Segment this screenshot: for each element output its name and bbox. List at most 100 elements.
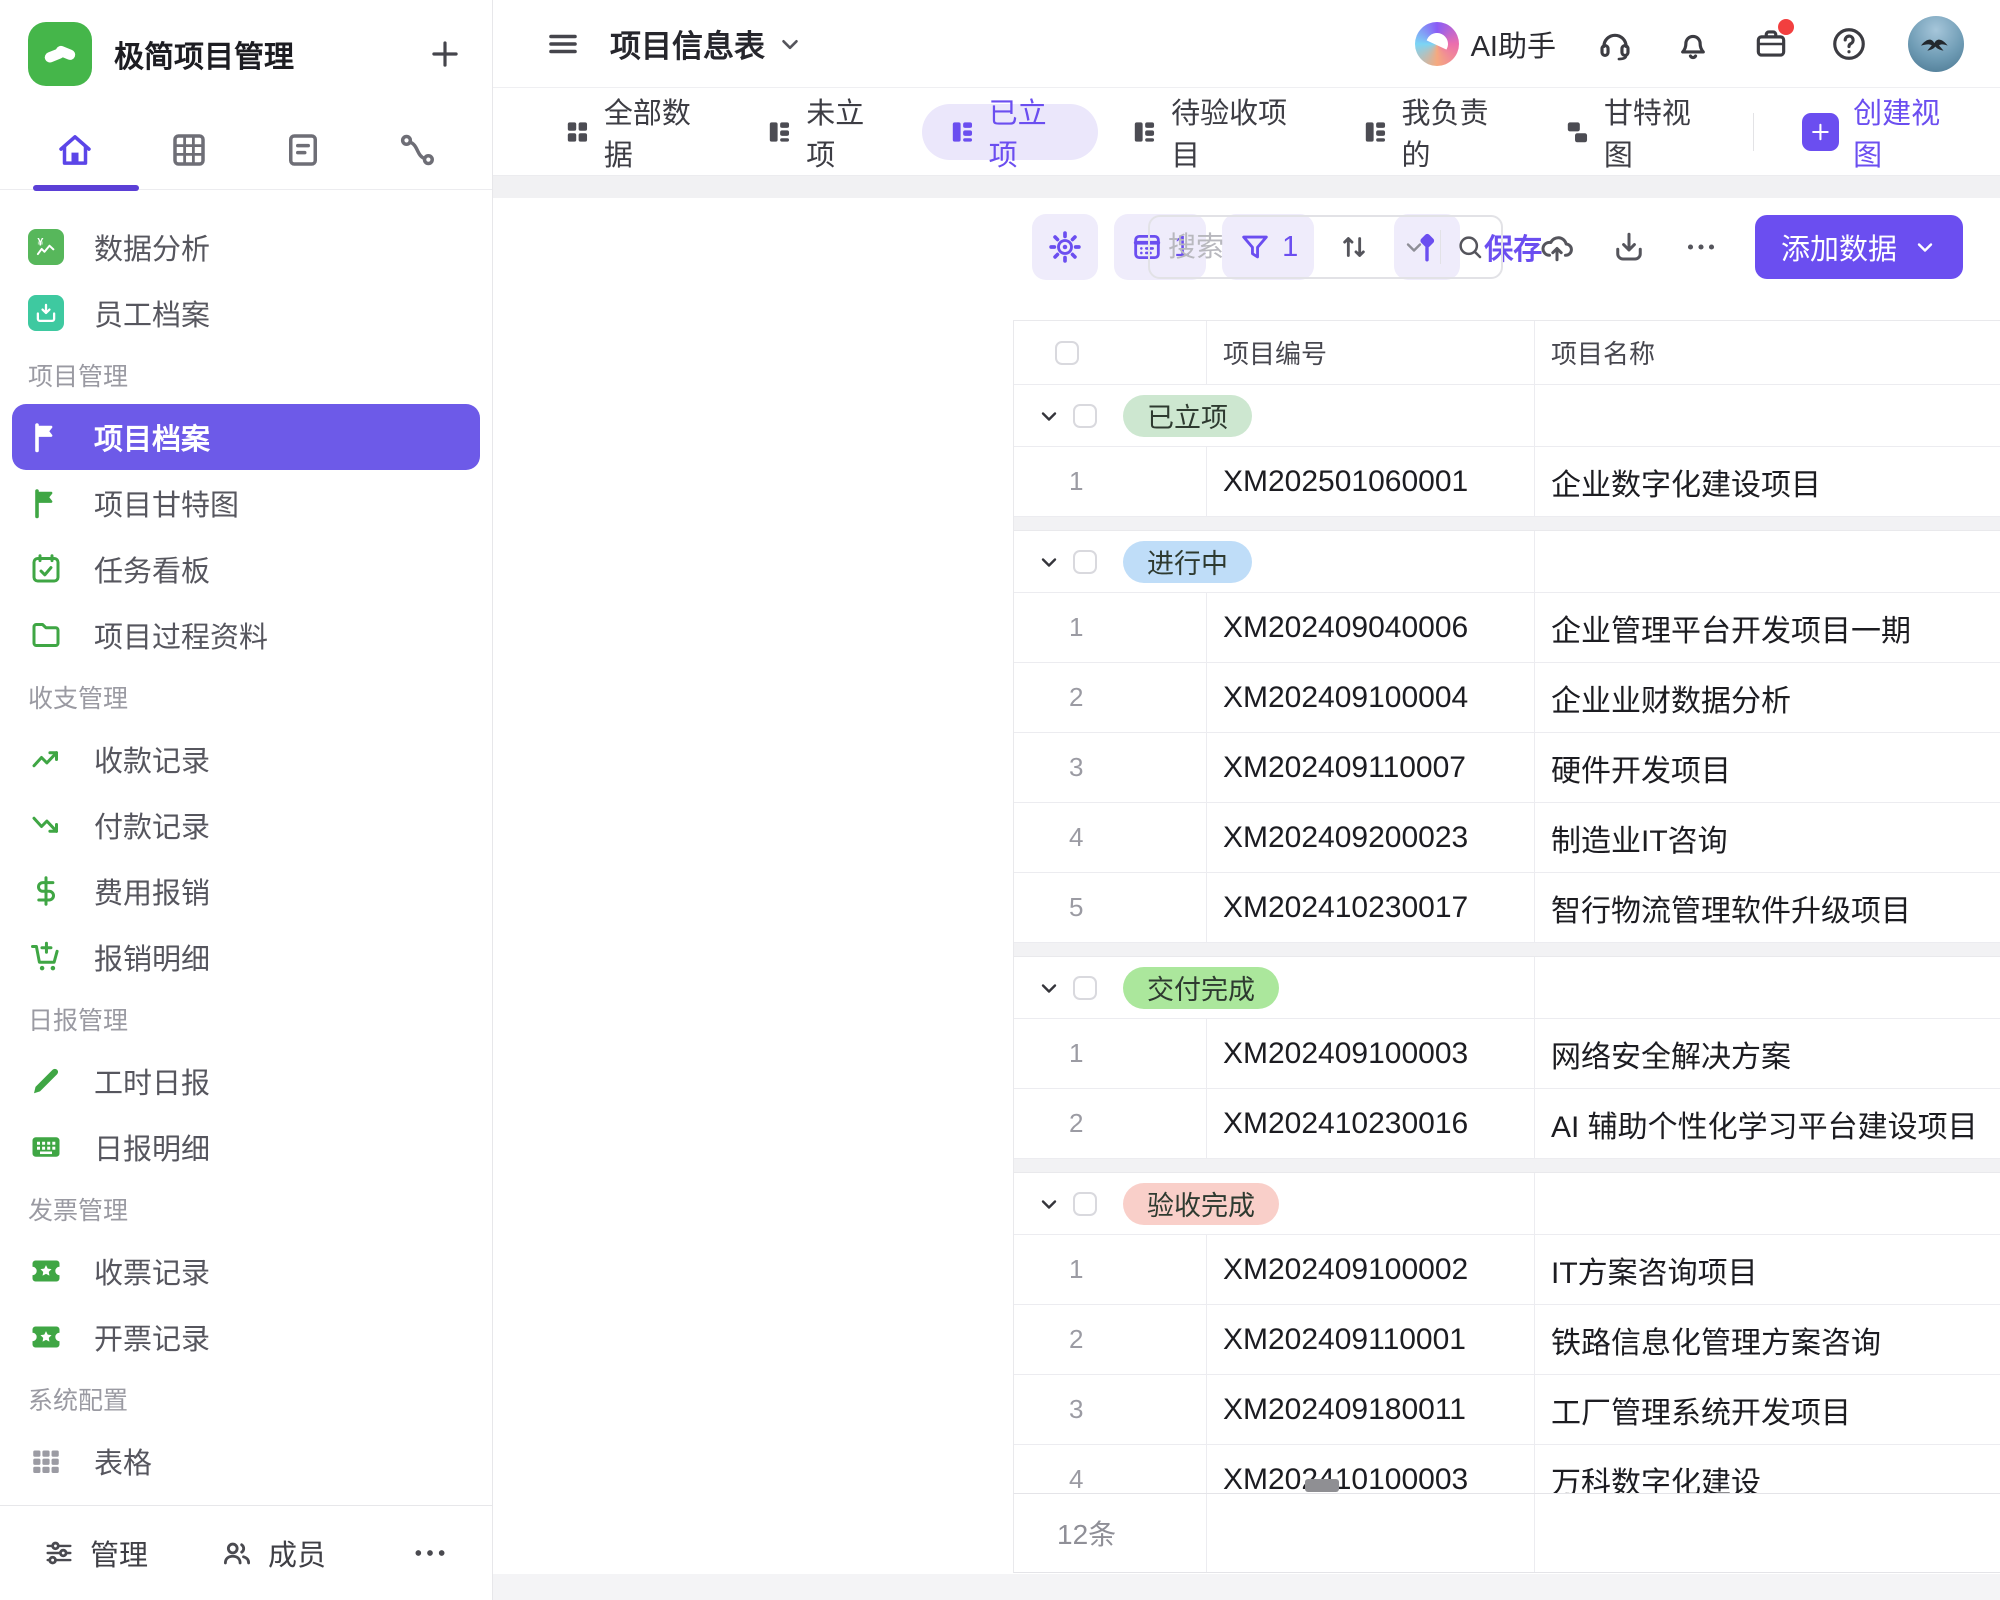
- project-code-cell: XM202410230017: [1206, 873, 1534, 942]
- documents-tab-icon[interactable]: [282, 129, 324, 171]
- app-analytics-icon: ¥: [28, 229, 64, 265]
- sidebar-item-expense[interactable]: 费用报销: [12, 858, 480, 924]
- sidebar-item-invoice-out[interactable]: 开票记录: [12, 1304, 480, 1370]
- sidebar-item-employee-files[interactable]: 员工档案: [12, 280, 480, 346]
- project-code-cell: XM202501060001: [1206, 447, 1534, 516]
- grid-solid-icon: [28, 1443, 64, 1479]
- create-view-button[interactable]: 创建视图: [1733, 90, 1964, 174]
- table-row[interactable]: 4XM202410100003万科数字化建设2024-11$费用报销: [1014, 1445, 2000, 1493]
- sidebar-item-tables[interactable]: 表格: [12, 1428, 480, 1494]
- table-row[interactable]: 2XM202410230016AI 辅助个性化学习平台建设项目2024-11分配…: [1014, 1089, 2000, 1159]
- view-tab-initiated[interactable]: 已立项: [922, 104, 1098, 160]
- table-row[interactable]: 1XM202409040006企业管理平台开发项目一期2024-11分配任务$费…: [1014, 593, 2000, 663]
- sidebar-item-work-daily[interactable]: 工时日报: [12, 1048, 480, 1114]
- notifications-bell-icon[interactable]: [1674, 25, 1712, 63]
- search-input[interactable]: [1168, 231, 1402, 263]
- search-icon[interactable]: [1455, 232, 1485, 262]
- view-tab-pending-acceptance[interactable]: 待验收项目: [1112, 104, 1328, 160]
- table-row[interactable]: 5XM202410230017智行物流管理软件升级项目2024-11分配任务$费…: [1014, 873, 2000, 943]
- create-view-label: 创建视图: [1853, 90, 1964, 174]
- horizontal-scrollbar[interactable]: [1305, 1479, 1339, 1492]
- row-index: 2: [1069, 682, 1083, 713]
- sidebar-item-daily-details[interactable]: 日报明细: [12, 1114, 480, 1180]
- tables-tab-icon[interactable]: [168, 129, 210, 171]
- manage-button[interactable]: 管理: [42, 1532, 148, 1574]
- squares-icon: [563, 117, 592, 147]
- group-header-cell: 交付完成: [1014, 957, 1534, 1018]
- add-workspace-icon[interactable]: [426, 35, 464, 73]
- group-collapse-chevron-icon[interactable]: [1037, 550, 1061, 574]
- sidebar-item-expense-details[interactable]: 报销明细: [12, 924, 480, 990]
- add-data-label: 添加数据: [1781, 226, 1897, 268]
- group-collapse-chevron-icon[interactable]: [1037, 1192, 1061, 1216]
- hamburger-menu-icon[interactable]: [545, 26, 581, 62]
- group-collapse-chevron-icon[interactable]: [1037, 976, 1061, 1000]
- group-checkbox[interactable]: [1073, 550, 1097, 574]
- sidebar-item-project-gantt[interactable]: 项目甘特图: [12, 470, 480, 536]
- row-index: 4: [1069, 822, 1083, 853]
- sidebar-item-project-docs[interactable]: 项目过程资料: [12, 602, 480, 668]
- row-index-cell: 1: [1014, 593, 1206, 662]
- sidebar-item-invoice-in[interactable]: 收票记录: [12, 1238, 480, 1304]
- group-checkbox[interactable]: [1073, 976, 1097, 1000]
- sidebar-item-task-board[interactable]: 任务看板: [12, 536, 480, 602]
- import-icon[interactable]: [1539, 229, 1575, 265]
- help-icon[interactable]: [1830, 25, 1868, 63]
- group-header-cell: 验收完成: [1014, 1173, 1534, 1234]
- home-tab-icon[interactable]: [54, 129, 96, 171]
- table-footer: 12条: [1013, 1493, 2000, 1573]
- notification-dot: [1778, 19, 1794, 35]
- table-row[interactable]: 2XM202409100004企业业财数据分析2024-10分配任务$费用报销: [1014, 663, 2000, 733]
- sidebar-item-payments[interactable]: 付款记录: [12, 792, 480, 858]
- group-collapse-chevron-icon[interactable]: [1037, 404, 1061, 428]
- sidebar-item-data-analytics[interactable]: ¥数据分析: [12, 214, 480, 280]
- sidebar-item-receipts[interactable]: 收款记录: [12, 726, 480, 792]
- sidebar-item-label: 开票记录: [94, 1316, 210, 1358]
- view-tab-label: 全部数据: [604, 90, 716, 174]
- table-row[interactable]: 1XM202409100002IT方案咨询项目2024-09$费用报销: [1014, 1235, 2000, 1305]
- group-checkbox[interactable]: [1073, 404, 1097, 428]
- project-code-cell: XM202409100002: [1206, 1235, 1534, 1304]
- project-name-cell: 万科数字化建设: [1534, 1445, 2000, 1493]
- row-index-cell: 4: [1014, 1445, 1206, 1493]
- search-scope-chevron-icon[interactable]: [1402, 235, 1426, 259]
- ai-assistant-button[interactable]: AI助手: [1415, 22, 1556, 66]
- table-row[interactable]: 1XM202501060001企业数字化建设项目2025-01分配任务$费用报销: [1014, 447, 2000, 517]
- view-tab-label: 我负责的: [1401, 90, 1513, 174]
- view-tab-not-initiated[interactable]: 未立项: [747, 104, 907, 160]
- sidebar-item-project-archive[interactable]: 项目档案: [12, 404, 480, 470]
- title-chevron-down-icon[interactable]: [777, 31, 803, 57]
- export-icon[interactable]: [1611, 229, 1647, 265]
- column-header: 项目编号: [1206, 321, 1534, 384]
- table-row[interactable]: 3XM202409180011工厂管理系统开发项目2024-11$费用报销: [1014, 1375, 2000, 1445]
- workspace-briefcase-icon[interactable]: [1752, 25, 1790, 63]
- project-code-cell: XM202409040006: [1206, 593, 1534, 662]
- sidebar-item-workflow[interactable]: 流程: [12, 1494, 480, 1505]
- page-header: 项目信息表 AI助手: [493, 0, 2000, 88]
- sidebar-item-label: 报销明细: [94, 936, 210, 978]
- group-checkbox[interactable]: [1073, 1192, 1097, 1216]
- support-headset-icon[interactable]: [1596, 25, 1634, 63]
- add-data-button[interactable]: 添加数据: [1755, 215, 1963, 279]
- table-row[interactable]: 2XM202409110001铁路信息化管理方案咨询2024-09$费用报销: [1014, 1305, 2000, 1375]
- workflow-tab-icon[interactable]: [396, 129, 438, 171]
- view-tab-my-projects[interactable]: 我负责的: [1343, 104, 1531, 160]
- row-index-cell: 2: [1014, 663, 1206, 732]
- sliders-icon: [42, 1536, 76, 1570]
- view-tab-all-data[interactable]: 全部数据: [545, 104, 733, 160]
- row-index: 1: [1069, 466, 1083, 497]
- toolbar-more-icon[interactable]: [1683, 229, 1719, 265]
- content-divider-band: [493, 176, 2000, 198]
- table-row[interactable]: 1XM202409100003网络安全解决方案2024-10分配任务$费用报销: [1014, 1019, 2000, 1089]
- view-tab-gantt-view[interactable]: 甘特视图: [1545, 104, 1733, 160]
- sidebar-item-label: 任务看板: [94, 548, 210, 590]
- table-row[interactable]: 4XM202409200023制造业IT咨询2024-11分配任务$费用报销: [1014, 803, 2000, 873]
- sidebar-item-label: 工时日报: [94, 1060, 210, 1102]
- settings-button[interactable]: [1032, 214, 1098, 280]
- user-avatar[interactable]: [1908, 16, 1964, 72]
- members-button[interactable]: 成员: [220, 1532, 326, 1574]
- more-options-icon[interactable]: [410, 1533, 450, 1573]
- view-tab-label: 未立项: [806, 90, 890, 174]
- table-row[interactable]: 3XM202409110007硬件开发项目2024-10分配任务$费用报销: [1014, 733, 2000, 803]
- select-all-checkbox[interactable]: [1055, 341, 1079, 365]
